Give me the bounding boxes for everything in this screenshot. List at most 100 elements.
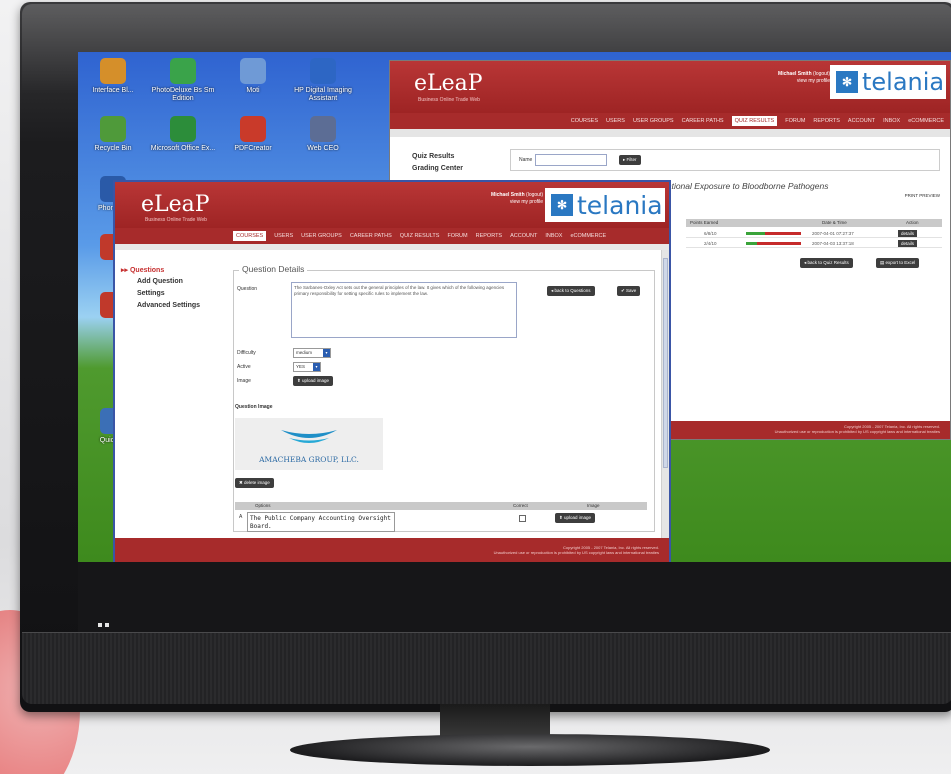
chevron-down-icon: ▾ bbox=[323, 349, 330, 357]
application-icon bbox=[100, 58, 126, 84]
option-upload-image-button[interactable]: ⬆ upload image bbox=[555, 513, 596, 523]
date-time: 2007-04-03 13:37:18 bbox=[812, 241, 854, 246]
filter-input[interactable] bbox=[535, 154, 607, 166]
nav-item[interactable]: REPORTS bbox=[813, 118, 840, 124]
sidebar-item[interactable]: Add Question bbox=[137, 278, 183, 285]
save-button[interactable]: ✔ Save bbox=[617, 286, 641, 296]
desktop-icon-label: Microsoft Office Ex... bbox=[150, 145, 216, 152]
table-row: 6/8/10 2007-04-01 07:27:37 details bbox=[686, 229, 942, 238]
score-bar bbox=[746, 232, 801, 235]
desktop-icon[interactable]: PDFCreator bbox=[218, 116, 288, 153]
profile-link[interactable]: view my profile bbox=[491, 199, 543, 206]
nav-item[interactable]: USER GROUPS bbox=[301, 233, 342, 239]
nav-item[interactable]: FORUM bbox=[785, 118, 805, 124]
scrollbar-thumb[interactable] bbox=[663, 258, 668, 468]
nav-item[interactable]: ACCOUNT bbox=[510, 233, 537, 239]
desktop-icon[interactable]: Web CEO bbox=[288, 116, 358, 153]
nav-item[interactable]: USERS bbox=[606, 118, 625, 124]
col-points-earned[interactable]: Points Earned bbox=[690, 220, 718, 225]
nav-item[interactable]: CAREER PATHS bbox=[682, 118, 724, 124]
desktop-icon-label: Recycle Bin bbox=[94, 145, 132, 152]
question-textarea[interactable]: The Sarbanes-Oxley Act sets out the gene… bbox=[291, 282, 517, 338]
col-options: Options bbox=[255, 503, 271, 508]
points-earned: 2/4/10 bbox=[704, 241, 717, 246]
nav-item[interactable]: eCOMMERCE bbox=[908, 118, 944, 124]
company-name: AMACHEBA GROUP, LLC. bbox=[259, 455, 359, 464]
monitor-lower-panel bbox=[78, 562, 951, 632]
user-name: Michael Smith bbox=[778, 71, 812, 77]
back-to-quiz-results-button[interactable]: ◂ back to Quiz Results bbox=[800, 258, 853, 268]
nav-item[interactable]: ACCOUNT bbox=[848, 118, 875, 124]
image-label: Image bbox=[237, 378, 251, 384]
options-table-header: Options Correct Image bbox=[235, 502, 647, 510]
results-table-header: Points Earned Date & Time Action bbox=[686, 219, 942, 227]
col-correct: Correct bbox=[513, 503, 528, 508]
col-date-time[interactable]: Date & Time bbox=[822, 220, 847, 225]
application-icon bbox=[310, 58, 336, 84]
desktop-icon[interactable]: Moti bbox=[218, 58, 288, 95]
telania-logo-icon: ✻ bbox=[836, 71, 858, 93]
active-label: Active bbox=[237, 364, 251, 370]
nav-item[interactable]: FORUM bbox=[447, 233, 467, 239]
print-preview-link[interactable]: PRINT PREVIEW bbox=[905, 193, 940, 198]
profile-link[interactable]: view my profile bbox=[778, 78, 830, 85]
monitor-stand-base bbox=[290, 734, 770, 766]
eleap-logo[interactable]: eLeaP bbox=[141, 192, 210, 217]
logout-link[interactable]: (logout) bbox=[813, 71, 830, 77]
application-icon bbox=[170, 116, 196, 142]
date-time: 2007-04-01 07:27:37 bbox=[812, 231, 854, 236]
nav-item[interactable]: USERS bbox=[274, 233, 293, 239]
nav-item[interactable]: COURSES bbox=[571, 118, 598, 124]
filter-button[interactable]: ▸ Filter bbox=[619, 155, 641, 165]
vertical-scrollbar[interactable] bbox=[661, 250, 669, 540]
export-to-excel-button[interactable]: ▤ export to Excel bbox=[876, 258, 920, 268]
telania-brand: ✻ telania bbox=[830, 65, 946, 99]
table-row: 2/4/10 2007-04-03 13:37:18 details bbox=[686, 239, 942, 248]
difficulty-select[interactable]: medium ▾ bbox=[293, 348, 331, 358]
nav-item[interactable]: USER GROUPS bbox=[633, 118, 674, 124]
question-details-legend: Question Details bbox=[239, 264, 308, 274]
monitor-stand-neck bbox=[440, 704, 550, 738]
nav-item[interactable]: QUIZ RESULTS bbox=[731, 116, 778, 126]
upload-image-button[interactable]: ⬆ upload image bbox=[293, 376, 334, 386]
logo-tagline: Business Online Trade Web bbox=[418, 97, 480, 103]
sidebar-item[interactable]: ▸▸ Questions bbox=[121, 266, 164, 274]
active-select[interactable]: YES ▾ bbox=[293, 362, 321, 372]
monitor-indicator-lights bbox=[98, 614, 112, 627]
nav-shadow bbox=[115, 244, 669, 250]
option-text-input[interactable]: The Public Company Accounting Oversight … bbox=[247, 512, 395, 532]
option-marker: A bbox=[239, 514, 243, 520]
nav-item[interactable]: QUIZ RESULTS bbox=[400, 233, 440, 239]
user-area: Michael Smith (logout) view my profile bbox=[491, 192, 543, 206]
delete-image-button[interactable]: ✖ delete image bbox=[235, 478, 274, 488]
application-icon bbox=[240, 58, 266, 84]
sidebar-item[interactable]: Advanced Settings bbox=[137, 302, 200, 309]
telania-wordmark: telania bbox=[577, 190, 663, 220]
filter-panel: Name ▸ Filter bbox=[510, 149, 940, 171]
sidebar-item-quiz-results[interactable]: Quiz Results bbox=[412, 153, 454, 160]
sidebar-item-label: Questions bbox=[129, 267, 165, 274]
question-image: AMACHEBA GROUP, LLC. bbox=[235, 418, 383, 470]
nav-item[interactable]: INBOX bbox=[545, 233, 562, 239]
desktop-icon-label: Interface Bl... bbox=[92, 87, 134, 94]
back-to-questions-button[interactable]: ◂ back to Questions bbox=[547, 286, 595, 296]
details-button[interactable]: details bbox=[898, 240, 918, 247]
nav-item[interactable]: REPORTS bbox=[476, 233, 503, 239]
telania-wordmark: telania bbox=[862, 68, 945, 96]
telania-brand: ✻ telania bbox=[545, 188, 665, 222]
desktop-icon[interactable]: Recycle Bin bbox=[78, 116, 148, 153]
correct-checkbox[interactable] bbox=[519, 515, 526, 522]
nav-item[interactable]: CAREER PATHS bbox=[350, 233, 392, 239]
logout-link[interactable]: (logout) bbox=[526, 192, 543, 198]
sidebar-item-grading-center[interactable]: Grading Center bbox=[412, 165, 463, 172]
desktop-icon[interactable]: PhotoDeluxe Bs Sm Edition bbox=[148, 58, 218, 103]
sidebar-item[interactable]: Settings bbox=[137, 290, 165, 297]
desktop-icon[interactable]: Interface Bl... bbox=[78, 58, 148, 95]
desktop-icon[interactable]: Microsoft Office Ex... bbox=[148, 116, 218, 153]
details-button[interactable]: details bbox=[898, 230, 918, 237]
eleap-logo[interactable]: eLeaP bbox=[414, 71, 483, 96]
nav-item[interactable]: INBOX bbox=[883, 118, 900, 124]
desktop-icon[interactable]: HP Digital Imaging Assistant bbox=[288, 58, 358, 103]
nav-item[interactable]: COURSES bbox=[233, 231, 267, 241]
nav-item[interactable]: eCOMMERCE bbox=[570, 233, 606, 239]
